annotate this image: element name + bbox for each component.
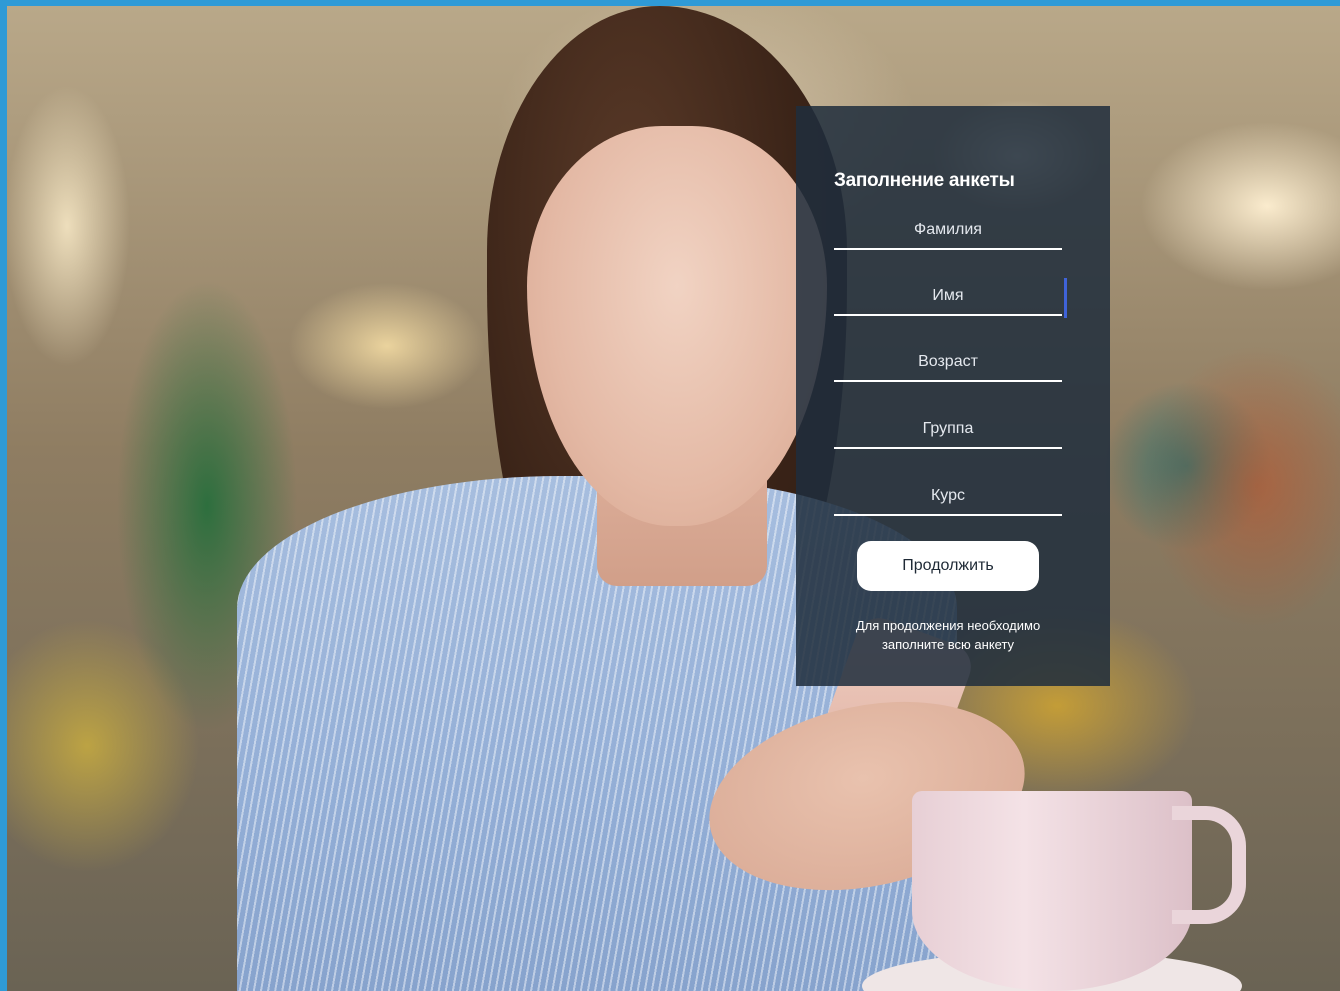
surname-field: [834, 212, 1062, 252]
group-input[interactable]: [834, 411, 1062, 449]
age-field: [834, 344, 1062, 384]
form-hint-line1: Для продолжения необходимо: [855, 618, 1041, 633]
group-field: [834, 411, 1062, 451]
form-hint-text: Для продолжения необходимо заполните всю…: [820, 616, 1076, 654]
surname-input[interactable]: [834, 212, 1062, 250]
age-input[interactable]: [834, 344, 1062, 382]
course-input[interactable]: [834, 478, 1062, 516]
form-hint-line2: заполните всю анкету: [881, 637, 1015, 652]
continue-button[interactable]: Продолжить: [857, 541, 1039, 591]
name-input[interactable]: [834, 278, 1062, 316]
background-photo: [7, 6, 1340, 991]
name-field: [834, 278, 1067, 318]
photo-cup-handle: [1172, 806, 1246, 924]
photo-cup: [912, 791, 1192, 991]
survey-form-panel: Заполнение анкеты Продолжить Для продолж…: [796, 106, 1110, 686]
course-field: [834, 478, 1062, 518]
form-title: Заполнение анкеты: [834, 170, 1015, 191]
